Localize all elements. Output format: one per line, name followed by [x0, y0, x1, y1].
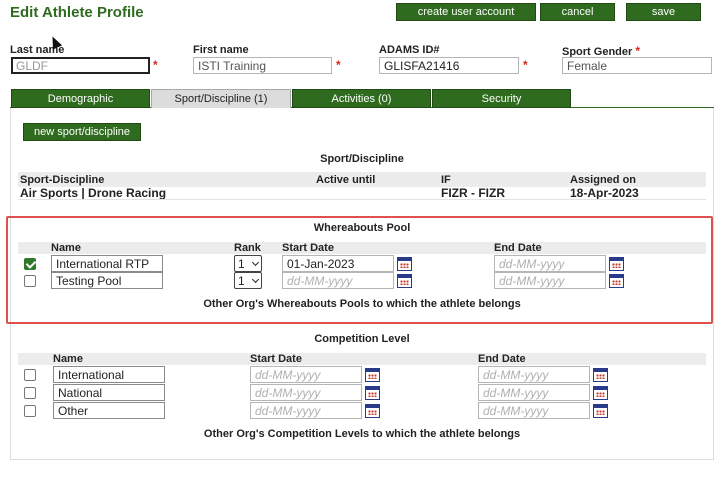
- competition-checkbox[interactable]: [24, 387, 36, 399]
- calendar-icon[interactable]: [397, 257, 412, 271]
- if-value: FIZR - FIZR: [441, 186, 505, 200]
- cancel-button[interactable]: cancel: [540, 3, 615, 21]
- start-date-input[interactable]: dd-MM-yyyy: [250, 402, 362, 419]
- competition-name-input[interactable]: National: [53, 384, 165, 401]
- start-date-input[interactable]: 01-Jan-2023: [282, 255, 394, 272]
- rank-col-header: Rank: [234, 242, 261, 254]
- calendar-icon[interactable]: [397, 274, 412, 288]
- name-col-header: Name: [51, 242, 81, 254]
- start-date-input[interactable]: dd-MM-yyyy: [282, 272, 394, 289]
- adams-id-input[interactable]: GLISFA21416: [379, 57, 519, 74]
- name-col-header: Name: [53, 353, 83, 365]
- assigned-on-col-header: Assigned on: [570, 174, 637, 186]
- last-name-input[interactable]: GLDF: [11, 57, 150, 74]
- start-date-input[interactable]: dd-MM-yyyy: [250, 384, 362, 401]
- competition-name-input[interactable]: International: [53, 366, 165, 383]
- calendar-icon[interactable]: [593, 404, 608, 418]
- tab-sport-discipline[interactable]: Sport/Discipline (1): [151, 89, 291, 108]
- other-org-competition-text: Other Org's Competition Levels to which …: [203, 428, 521, 440]
- calendar-icon[interactable]: [593, 386, 608, 400]
- required-mark: *: [523, 58, 528, 72]
- competition-level-title: Competition Level: [314, 333, 410, 345]
- calendar-icon[interactable]: [365, 404, 380, 418]
- competition-checkbox[interactable]: [24, 369, 36, 381]
- tab-demographic[interactable]: Demographic: [11, 89, 150, 108]
- end-date-input[interactable]: dd-MM-yyyy: [494, 255, 606, 272]
- sport-discipline-value: Air Sports | Drone Racing: [20, 186, 167, 200]
- end-date-col-header: End Date: [494, 242, 542, 254]
- calendar-icon[interactable]: [609, 274, 624, 288]
- end-date-input[interactable]: dd-MM-yyyy: [478, 366, 590, 383]
- whereabouts-checkbox[interactable]: [24, 275, 36, 287]
- calendar-icon[interactable]: [609, 257, 624, 271]
- whereabouts-title: Whereabouts Pool: [313, 222, 411, 234]
- other-org-whereabouts-text: Other Org's Whereabouts Pools to which t…: [203, 298, 521, 310]
- first-name-input[interactable]: ISTI Training: [193, 57, 332, 74]
- start-date-input[interactable]: dd-MM-yyyy: [250, 366, 362, 383]
- sport-gender-label: Sport Gender *: [562, 44, 641, 58]
- end-date-input[interactable]: dd-MM-yyyy: [478, 384, 590, 401]
- save-button[interactable]: save: [626, 3, 701, 21]
- required-mark: *: [153, 58, 158, 72]
- rank-select[interactable]: 1: [234, 272, 262, 289]
- end-date-col-header: End Date: [478, 353, 526, 365]
- sport-discipline-col-header: Sport-Discipline: [20, 174, 105, 186]
- first-name-label: First name: [193, 44, 249, 56]
- calendar-icon[interactable]: [365, 368, 380, 382]
- chevron-down-icon: [251, 258, 260, 267]
- chevron-down-icon: [251, 275, 260, 284]
- calendar-icon[interactable]: [365, 386, 380, 400]
- assigned-on-value: 18-Apr-2023: [570, 186, 639, 200]
- tab-security[interactable]: Security: [432, 89, 571, 108]
- required-mark: *: [336, 58, 341, 72]
- active-until-col-header: Active until: [316, 174, 376, 186]
- end-date-input[interactable]: dd-MM-yyyy: [478, 402, 590, 419]
- sport-gender-input[interactable]: Female: [562, 57, 712, 74]
- new-sport-discipline-button[interactable]: new sport/discipline: [23, 123, 141, 141]
- create-user-account-button[interactable]: create user account: [396, 3, 536, 21]
- competition-header: [18, 353, 706, 365]
- tab-activities[interactable]: Activities (0): [292, 89, 431, 108]
- calendar-icon[interactable]: [593, 368, 608, 382]
- whereabouts-checkbox[interactable]: [24, 258, 36, 270]
- pool-name-input[interactable]: International RTP: [51, 255, 163, 272]
- page-title: Edit Athlete Profile: [10, 4, 144, 21]
- if-col-header: IF: [441, 174, 451, 186]
- divider: [18, 199, 706, 200]
- start-date-col-header: Start Date: [250, 353, 302, 365]
- competition-name-input[interactable]: Other: [53, 402, 165, 419]
- rank-select[interactable]: 1: [234, 255, 262, 272]
- start-date-col-header: Start Date: [282, 242, 334, 254]
- pool-name-input[interactable]: Testing Pool: [51, 272, 163, 289]
- adams-id-label: ADAMS ID#: [379, 44, 440, 56]
- whereabouts-header: [18, 242, 706, 254]
- sport-discipline-title: Sport/Discipline: [320, 153, 404, 165]
- end-date-input[interactable]: dd-MM-yyyy: [494, 272, 606, 289]
- competition-checkbox[interactable]: [24, 405, 36, 417]
